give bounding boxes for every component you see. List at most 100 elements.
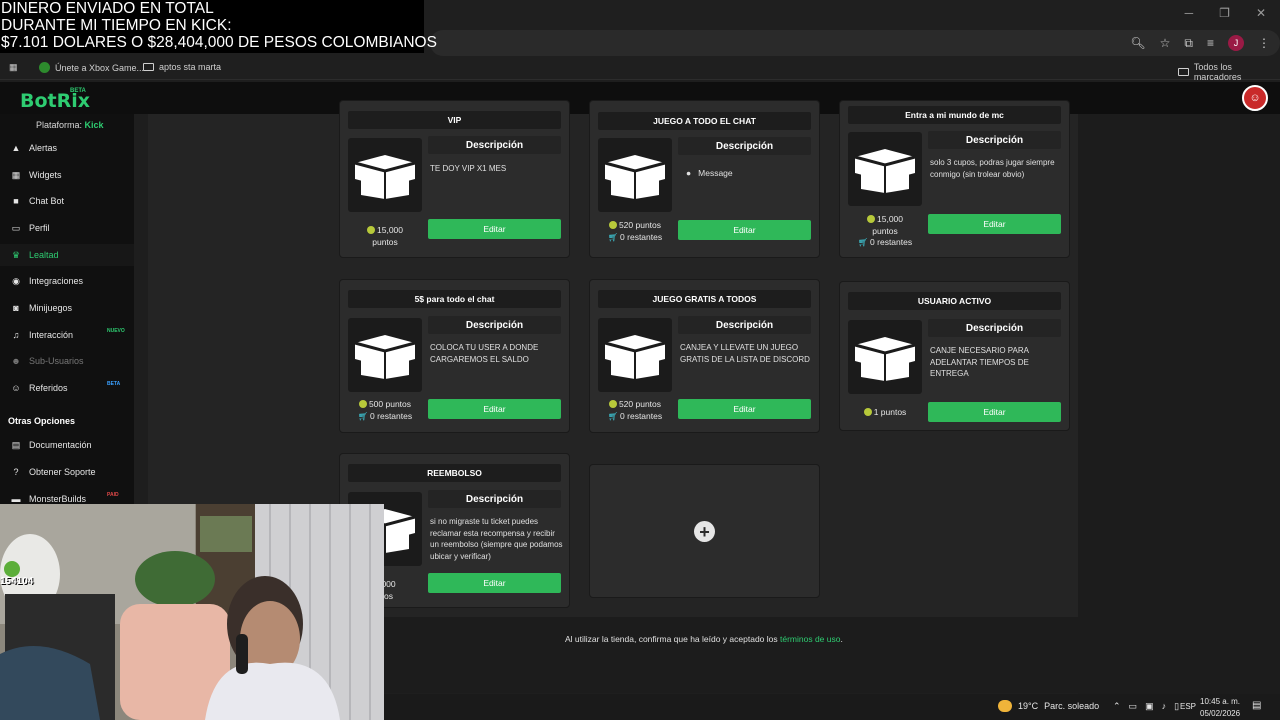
reward-title: USUARIO ACTIVO bbox=[848, 292, 1061, 310]
user-avatar[interactable]: ☺ bbox=[1242, 85, 1268, 111]
edit-button[interactable]: Editar bbox=[428, 399, 561, 419]
network-icon[interactable]: ▭ bbox=[1129, 701, 1138, 712]
reward-title: 5$ para todo el chat bbox=[348, 290, 561, 308]
plus-icon[interactable]: + bbox=[694, 521, 715, 542]
points-value: 15,000 bbox=[377, 225, 403, 235]
reward-card-mundo-mc: Entra a mi mundo de mc Descripción solo … bbox=[839, 100, 1070, 258]
reward-card-5-dolares: 5$ para todo el chat Descripción COLOCA … bbox=[339, 279, 570, 433]
page-background bbox=[1078, 114, 1280, 694]
sidebar-item-chatbot[interactable]: ■ Chat Bot bbox=[0, 190, 134, 212]
coin-icon bbox=[863, 408, 872, 416]
media-icon[interactable]: ≡ bbox=[1207, 36, 1214, 50]
edit-button[interactable]: Editar bbox=[928, 402, 1061, 422]
restore-icon[interactable]: ❐ bbox=[1219, 6, 1230, 20]
reward-points: 15,000 puntos 🛒︎ 0 restantes bbox=[848, 214, 922, 249]
beta-badge: BETA bbox=[70, 88, 86, 94]
sidebar-item-lealtad[interactable]: ♛ Lealtad bbox=[0, 244, 134, 266]
bookmark-label: Únete a Xbox Game... bbox=[55, 62, 145, 73]
points-value: 15,000 bbox=[877, 214, 903, 224]
display-icon[interactable]: ▣ bbox=[1145, 701, 1154, 712]
terms-link[interactable]: términos de uso bbox=[780, 634, 840, 644]
sidebar-item-integraciones[interactable]: ◉ Integraciones bbox=[0, 270, 134, 292]
volume-icon[interactable]: ♪ bbox=[1162, 701, 1167, 712]
trophy-icon: ♛ bbox=[11, 249, 21, 260]
description-header: Descripción bbox=[428, 490, 561, 508]
remaining-value: 0 restantes bbox=[620, 231, 663, 242]
terms-text: Al utilizar la tienda, confirma que ha l… bbox=[565, 634, 780, 644]
sidebar-item-label: Documentación bbox=[29, 440, 92, 450]
box-icon bbox=[598, 318, 672, 392]
language-indicator[interactable]: ESP bbox=[1180, 702, 1196, 711]
sidebar-item-label: Perfil bbox=[29, 223, 50, 233]
profile-avatar[interactable]: J bbox=[1228, 35, 1244, 51]
edit-button[interactable]: Editar bbox=[928, 214, 1061, 234]
reward-card-vip: VIP Descripción TE DOY VIP X1 MES 15,000… bbox=[339, 100, 570, 258]
reward-points: 500 puntos 🛒︎ 0 restantes bbox=[348, 399, 422, 422]
bookmark-star-icon[interactable]: ☆ bbox=[1160, 36, 1171, 50]
edit-button[interactable]: Editar bbox=[678, 220, 811, 240]
browser-toolbar-icons: 🔍︎ ☆ ⧉ ≡ J ⋮ bbox=[1130, 35, 1270, 51]
points-value: 520 puntos bbox=[618, 220, 662, 230]
weather-text: Parc. soleado bbox=[1044, 701, 1100, 711]
bookmark-xbox[interactable]: Únete a Xbox Game... bbox=[39, 62, 144, 73]
reward-description: CANJE NECESARIO PARA ADELANTAR TIEMPOS D… bbox=[930, 346, 1029, 378]
reward-description: TE DOY VIP X1 MES bbox=[430, 164, 507, 173]
weather-widget[interactable]: 19°C Parc. soleado bbox=[998, 700, 1099, 712]
sidebar-item-minijuegos[interactable]: ◙ Minijuegos bbox=[0, 297, 134, 319]
sidebar-item-subusuarios[interactable]: ☻ Sub-Usuarios bbox=[0, 350, 134, 372]
bookmark-label: Todos los marcadores bbox=[1193, 62, 1242, 82]
webcam-feed bbox=[0, 504, 384, 720]
edit-button[interactable]: Editar bbox=[678, 399, 811, 419]
edit-button[interactable]: Editar bbox=[428, 573, 561, 593]
reward-description: COLOCA TU USER A DONDE CARGAREMOS EL SAL… bbox=[430, 343, 539, 364]
box-icon bbox=[598, 138, 672, 212]
system-tray: ⌃ ▭ ▣ ♪ ▯ bbox=[1113, 701, 1179, 712]
sidebar-item-interaccion[interactable]: ♫ Interacción NUEVO bbox=[0, 324, 134, 346]
bookmark-all[interactable]: Todos los marcadores bbox=[1178, 62, 1280, 82]
minimize-icon[interactable]: ─ bbox=[1185, 6, 1194, 20]
remaining-value: 0 restantes bbox=[620, 410, 663, 421]
chevron-up-icon[interactable]: ⌃ bbox=[1113, 701, 1121, 712]
points-value: 1 puntos bbox=[873, 407, 907, 417]
notification-icon[interactable]: ▤ bbox=[1252, 700, 1261, 711]
remaining-value: 0 restantes bbox=[870, 237, 913, 247]
zoom-icon[interactable]: 🔍︎ bbox=[1130, 36, 1145, 50]
reward-title: JUEGO A TODO EL CHAT bbox=[598, 112, 811, 130]
sidebar-item-widgets[interactable]: ▦ Widgets bbox=[0, 164, 134, 186]
cart-icon: 🛒︎ bbox=[607, 232, 619, 242]
chat-bubble-icon: ● bbox=[686, 168, 692, 178]
paid-badge: PAID bbox=[107, 492, 119, 498]
sidebar-item-perfil[interactable]: ▭ Perfil bbox=[0, 217, 134, 239]
platform-indicator: Plataforma: Kick bbox=[36, 120, 104, 130]
sidebar-item-alertas[interactable]: ▲ Alertas bbox=[0, 137, 134, 159]
music-icon: ♫ bbox=[12, 330, 20, 340]
extensions-icon[interactable]: ⧉ bbox=[1184, 36, 1193, 51]
menu-icon[interactable]: ⋮ bbox=[1258, 36, 1270, 50]
reward-points: 520 puntos 🛒︎ 0 restantes bbox=[598, 399, 672, 422]
weather-icon bbox=[998, 700, 1012, 712]
reward-message: ● Message bbox=[686, 168, 733, 178]
coin-icon bbox=[358, 400, 367, 408]
id-card-icon: ▭ bbox=[11, 222, 21, 233]
sidebar-item-documentacion[interactable]: ▤ Documentación bbox=[0, 434, 134, 456]
monitor-icon: ▬ bbox=[11, 494, 21, 504]
description-header: Descripción bbox=[928, 319, 1061, 337]
sidebar-item-soporte[interactable]: ? Obtener Soporte bbox=[0, 461, 134, 483]
footer bbox=[384, 617, 1280, 693]
bookmark-aptos[interactable]: aptos sta marta bbox=[143, 62, 221, 72]
grid-icon: ▦ bbox=[11, 169, 21, 180]
webcam-image bbox=[0, 504, 384, 720]
battery-icon[interactable]: ▯ bbox=[1174, 701, 1179, 712]
clock[interactable]: 10:45 a. m. 05/02/2026 bbox=[1200, 696, 1240, 720]
other-options-title: Otras Opciones bbox=[8, 416, 76, 426]
edit-button[interactable]: Editar bbox=[428, 219, 561, 239]
folder-icon bbox=[1178, 68, 1189, 76]
apps-icon[interactable]: ▦ bbox=[9, 62, 18, 73]
platform-label: Plataforma: bbox=[36, 120, 83, 130]
xbox-icon bbox=[39, 62, 50, 73]
cart-icon: 🛒︎ bbox=[357, 411, 369, 421]
close-icon[interactable]: ✕ bbox=[1256, 6, 1266, 20]
clock-time: 10:45 a. m. bbox=[1200, 697, 1241, 706]
plug-icon: ◉ bbox=[12, 275, 20, 286]
sidebar-item-referidos[interactable]: ☺ Referidos BETA bbox=[0, 377, 134, 399]
